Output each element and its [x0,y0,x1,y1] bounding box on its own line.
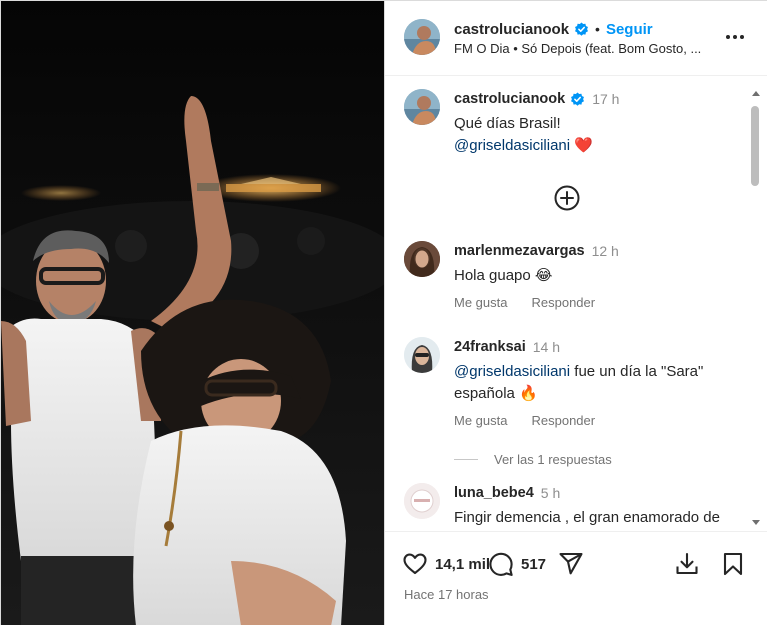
plus-circle-icon[interactable] [553,184,581,212]
save-action [720,550,746,578]
avatar-photo [404,337,440,373]
media-photo [1,1,384,625]
reply-button[interactable]: Responder [531,413,595,428]
author-avatar[interactable] [404,19,440,55]
heart-icon[interactable] [402,551,428,577]
caption-line: Qué días Brasil! [454,115,561,132]
comment-username[interactable]: marlenmezavargas [454,243,585,259]
avatar-photo [404,241,440,277]
comments-count[interactable]: 517 [521,556,546,573]
post-sidebar: castrolucianook • Seguir FM O Dia • Só D… [384,1,767,625]
caption-avatar[interactable] [404,89,440,125]
commenter-avatar[interactable] [404,241,440,277]
reply-button[interactable]: Responder [531,295,595,310]
comments-scrollbar[interactable] [749,89,761,527]
comment-action: 517 [488,550,546,578]
caption-meta: castrolucianook 17 h [454,91,619,107]
likes-count[interactable]: 14,1 mil [435,556,490,573]
comment-username[interactable]: 24franksai [454,339,526,355]
like-comment-button[interactable]: Me gusta [454,295,507,310]
comment-time[interactable]: 12 h [592,243,619,259]
bookmark-icon[interactable] [720,551,746,577]
view-replies-button[interactable]: Ver las 1 respuestas [494,452,612,467]
header-title-row: castrolucianook • Seguir [454,19,653,39]
caption-username[interactable]: castrolucianook [454,91,565,107]
more-options-icon[interactable] [723,27,747,47]
audio-track[interactable]: FM O Dia • Só Depois (feat. Bom Gosto, .… [454,41,701,56]
caption-text: Qué días Brasil! @griseldasiciliani ❤️ [454,113,744,157]
comment-time[interactable]: 5 h [541,485,560,501]
like-action: 14,1 mil [402,550,490,578]
scroll-up-arrow-icon[interactable] [752,91,760,96]
comment-username[interactable]: luna_bebe4 [454,485,534,501]
avatar-photo [404,483,440,519]
post-header: castrolucianook • Seguir FM O Dia • Só D… [385,1,767,76]
avatar-photo [404,89,440,125]
caption-mention[interactable]: @griseldasiciliani [454,137,570,154]
caption-time[interactable]: 17 h [592,91,619,107]
comments-list: castrolucianook 17 h Qué días Brasil! @g… [385,77,767,530]
scroll-down-arrow-icon[interactable] [752,520,760,525]
avatar-photo [404,19,440,55]
verified-badge-icon [571,91,585,106]
author-username[interactable]: castrolucianook [454,21,569,38]
comment-meta: marlenmezavargas 12 h [454,243,619,259]
post-actions-bar: 14,1 mil 517 [402,550,752,578]
comment-actions: Me gusta Responder [454,295,595,310]
scrollbar-thumb[interactable] [751,106,759,186]
comment-meta: 24franksai 14 h [454,339,560,355]
share-action [558,550,584,578]
comment-time[interactable]: 14 h [533,339,560,355]
download-action [674,550,700,578]
comment-actions: Me gusta Responder [454,413,595,428]
comment-text: Fingir demencia , el gran enamorado de G… [454,509,720,526]
like-comment-button[interactable]: Me gusta [454,413,507,428]
caption-mention-line: @griseldasiciliani ❤️ [454,135,744,157]
post-timestamp[interactable]: Hace 17 horas [404,587,489,602]
separator-dot: • [595,21,600,37]
commenter-avatar[interactable] [404,483,440,519]
heart-emoji: ❤️ [574,137,593,154]
send-icon[interactable] [558,551,584,577]
instagram-post-modal: castrolucianook • Seguir FM O Dia • Só D… [0,0,767,625]
replies-divider [454,459,478,460]
comment-text: @griseldasiciliani fue un día la "Sara" … [454,361,744,405]
view-replies-row: Ver las 1 respuestas [454,452,612,467]
post-media-video[interactable] [1,1,384,625]
follow-button[interactable]: Seguir [606,21,653,38]
post-footer: 14,1 mil 517 Hace 17 horas [385,531,767,625]
comment-bubble-icon[interactable] [488,551,514,577]
download-icon[interactable] [674,551,700,577]
verified-badge-icon [575,21,589,36]
commenter-avatar[interactable] [404,337,440,373]
comment-mention[interactable]: @griseldasiciliani [454,363,570,380]
comment-text: Hola guapo 😂 [454,267,553,284]
comment-meta: luna_bebe4 5 h [454,485,560,501]
